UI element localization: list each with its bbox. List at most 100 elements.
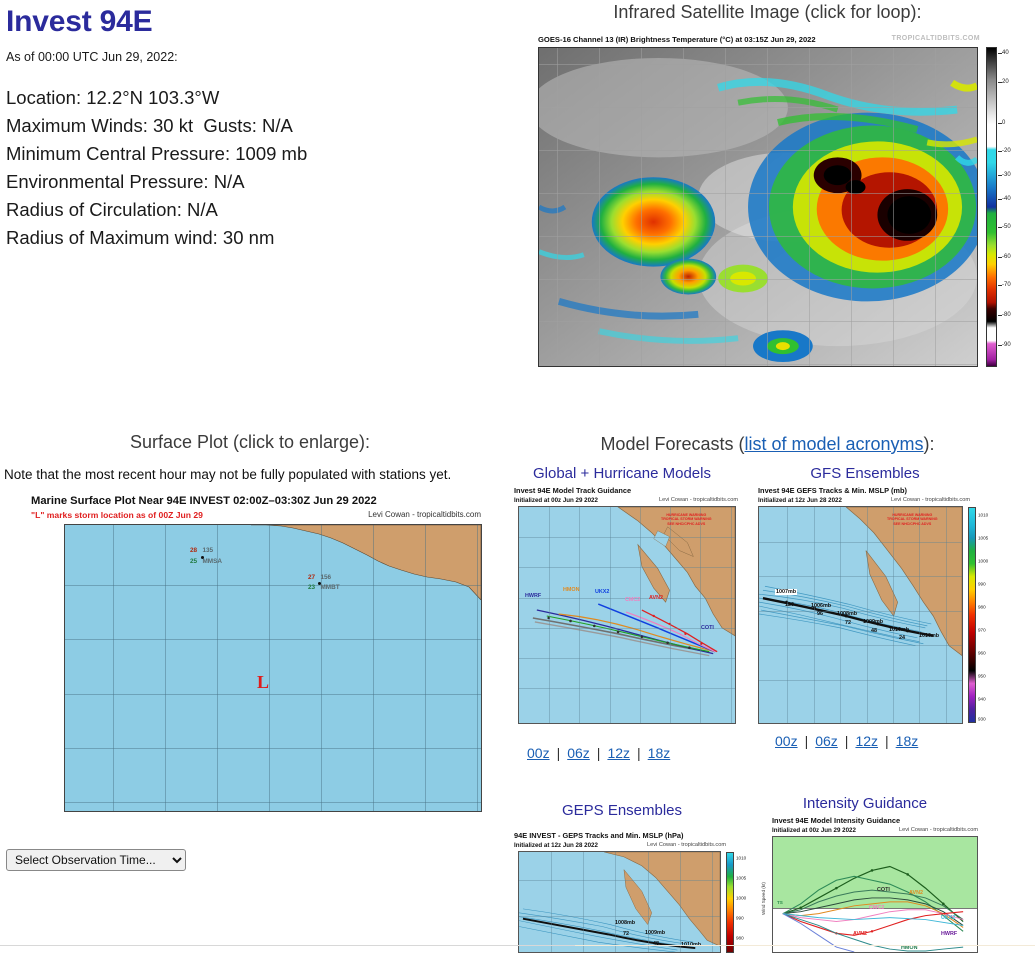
colorbar-tick: -50 [1002, 224, 1011, 230]
station-id: MMSA [202, 558, 222, 565]
intensity-fig-subtitle: Initialized at 00z Jun 29 2022 [772, 827, 856, 834]
track-label-coti: COTI [701, 625, 714, 631]
gefs-colorbar-tick: 1005 [978, 535, 989, 541]
gefs-fig-subtitle: Initialized at 12z Jun 28 2022 [758, 497, 842, 504]
link-00z[interactable]: 00z [527, 745, 550, 761]
gefs-colorbar-tick: 940 [978, 696, 986, 702]
surface-plot-credit: Levi Cowan - tropicaltidbits.com [368, 510, 481, 519]
link-18z[interactable]: 18z [648, 745, 671, 761]
colorbar-tick: 20 [1002, 79, 1009, 85]
track-label-ukx2: UKX2 [595, 589, 610, 595]
intensity-axis-title: Wind Speed (kt) [761, 882, 766, 915]
hour-label: 48 [653, 941, 659, 947]
satellite-figure[interactable]: GOES-16 Channel 13 (IR) Brightness Tempe… [518, 33, 1018, 381]
gefs-colorbar-tick: 960 [978, 650, 986, 656]
track-map-graphics [532, 507, 735, 657]
link-00z[interactable]: 00z [775, 733, 798, 749]
hour-label: 24 [899, 635, 905, 641]
panel-heading-global-models: Global + Hurricane Models [532, 465, 711, 482]
stat-max-winds: Maximum Winds: 30 kt Gusts: N/A [6, 115, 293, 136]
gefs-colorbar-tick: 970 [978, 627, 986, 633]
link-12z[interactable]: 12z [607, 745, 630, 761]
model-forecasts-section-title: Model Forecasts (list of model acronyms)… [500, 434, 1035, 455]
geps-colorbar-tick: 990 [736, 915, 744, 921]
global-models-fig-subtitle: Initialized at 00z Jun 29 2022 [514, 497, 598, 504]
colorbar-tick: 0 [1002, 120, 1006, 126]
link-18z[interactable]: 18z [896, 733, 919, 749]
global-models-figure[interactable]: Invest 94E Model Track Guidance Initiali… [512, 485, 740, 730]
gefs-map[interactable]: HURRICANE WARNING TROPICAL STORM WARNING S… [758, 506, 963, 724]
geps-colorbar-tick: 980 [736, 935, 744, 941]
gefs-figure[interactable]: Invest 94E GEFS Tracks & Min. MSLP (mb) … [756, 485, 994, 730]
gefs-fig-title: Invest 94E GEFS Tracks & Min. MSLP (mb) [758, 486, 907, 495]
mslp-label: 1006mb [811, 603, 832, 609]
link-06z[interactable]: 06z [815, 733, 838, 749]
station-temp: 28 [190, 547, 198, 554]
surface-plot-fig-title: Marine Surface Plot Near 94E INVEST 02:0… [31, 495, 377, 507]
gefs-colorbar-tick: 1000 [978, 558, 989, 564]
colorbar-tick: -60 [1002, 254, 1011, 260]
global-models-map[interactable]: HURRICANE WARNING TROPICAL STORM WARNING S… [518, 506, 736, 724]
surface-plot-map[interactable]: L 28 135 25 MMSA 27 156 23 MMBT [64, 524, 482, 812]
gefs-colorbar [968, 507, 976, 723]
panel-heading-intensity-guidance: Intensity Guidance [802, 795, 928, 812]
left-column: Invest 94E As of 00:00 UTC Jun 29, 2022:… [0, 0, 500, 953]
station-pressure: 156 [320, 574, 332, 581]
observation-time-select[interactable]: Select Observation Time...03:30Z Jun 290… [6, 849, 186, 871]
mslp-label: 1010mb [889, 627, 910, 633]
global-models-fig-title: Invest 94E Model Track Guidance [514, 486, 632, 495]
track-label-cmc2: CMC2 [625, 597, 641, 603]
stat-radius-circulation: Radius of Circulation: N/A [6, 199, 218, 220]
surface-plot-figure[interactable]: Marine Surface Plot Near 94E INVEST 02:0… [31, 493, 483, 840]
geps-fig-subtitle: Initialized at 12z Jun 28 2022 [514, 842, 598, 849]
footer-divider [0, 945, 575, 946]
intensity-label-ukx2: UKX2 [941, 915, 956, 921]
intensity-label-hwrf: HWRF [941, 931, 958, 937]
link-06z[interactable]: 06z [567, 745, 590, 761]
satellite-colorbar [986, 47, 997, 367]
track-label-hmon: HMON [563, 587, 580, 593]
gefs-colorbar-tick: 990 [978, 581, 986, 587]
geps-colorbar-tick: 1000 [736, 895, 747, 901]
warning-overlay-text: HURRICANE WARNING TROPICAL STORM WARNING S… [661, 513, 712, 526]
model-acronyms-link[interactable]: list of model acronyms [744, 434, 923, 454]
stat-env-pressure: Environmental Pressure: N/A [6, 171, 245, 192]
intensity-chart[interactable]: TS COTI AVN2 CMC2 HWRF AVN2 HMON UKX2 [772, 836, 978, 953]
colorbar-tick: -40 [1002, 196, 1011, 202]
gefs-colorbar-tick: 980 [978, 604, 986, 610]
footer-divider-right [575, 945, 1035, 946]
track-label-avn2: AVN2 [649, 595, 663, 601]
satellite-image[interactable]: 16°N 15°N 14°N 13°N 12°N 11°N 10°N 9°N 1… [538, 47, 978, 367]
geps-map[interactable]: 1008mb 1009mb 1010mb 72 48 [518, 851, 721, 953]
hour-label: 48 [871, 628, 877, 634]
hour-label: 96 [817, 611, 823, 617]
intensity-figure[interactable]: Invest 94E Model Intensity Guidance Init… [756, 815, 994, 953]
global-models-time-links: 00z | 06z | 12z | 18z [527, 745, 671, 761]
station-id: MMBT [320, 584, 340, 591]
satellite-section-title[interactable]: Infrared Satellite Image (click for loop… [500, 2, 1035, 23]
station-obs-lower: 25 MMSA [190, 558, 222, 565]
mslp-label: 1009mb [863, 619, 884, 625]
colorbar-tick: -70 [1002, 282, 1011, 288]
stat-radius-max-wind: Radius of Maximum wind: 30 nm [6, 227, 275, 248]
satellite-watermark: TROPICALTIDBITS.COM [891, 35, 980, 42]
mslp-label-last: 1010mb [919, 633, 940, 639]
gefs-time-links: 00z | 06z | 12z | 18z [775, 733, 919, 749]
surface-plot-note: Note that the most recent hour may not b… [4, 467, 452, 482]
intensity-fig-title: Invest 94E Model Intensity Guidance [772, 816, 901, 825]
intensity-credit: Levi Cowan - tropicaltidbits.com [899, 827, 978, 833]
colorbar-tick: 40 [1002, 50, 1009, 56]
geps-colorbar-tick: 1010 [736, 855, 747, 861]
geps-figure[interactable]: 94E INVEST - GEPS Tracks and Min. MSLP (… [512, 830, 750, 953]
intensity-label-avn2: AVN2 [909, 890, 923, 896]
station-obs-lower: 23 MMBT [308, 584, 340, 591]
geps-colorbar [726, 852, 734, 953]
stat-location: Location: 12.2°N 103.3°W [6, 87, 220, 108]
coastline-shape [251, 525, 481, 600]
station-temp: 27 [308, 574, 316, 581]
panel-heading-gfs-ensembles: GFS Ensembles [810, 465, 920, 482]
mslp-label: 1008mb [615, 920, 636, 926]
gefs-colorbar-tick: 950 [978, 673, 986, 679]
link-12z[interactable]: 12z [855, 733, 878, 749]
gefs-colorbar-tick: 1010 [978, 512, 989, 518]
